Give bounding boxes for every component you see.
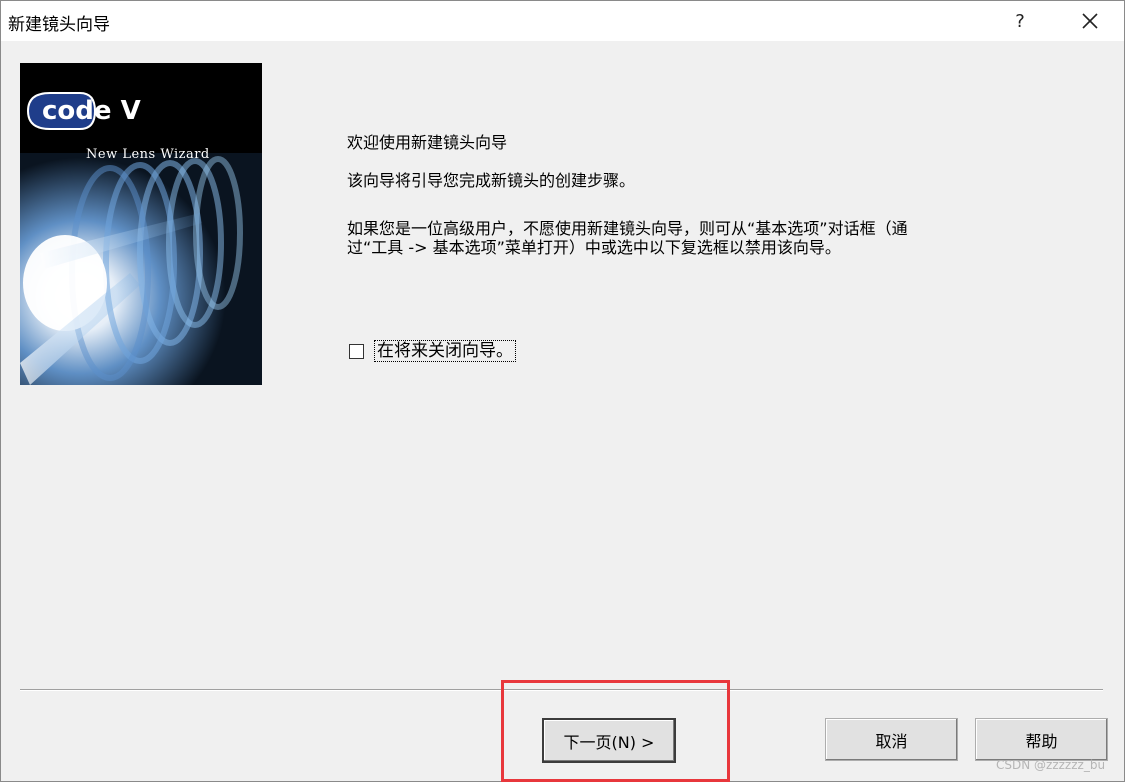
banner-logo-text: code V [42, 96, 141, 126]
intro-text: 该向导将引导您完成新镜头的创建步骤。 [347, 171, 636, 190]
advanced-text-line-2: 过“工具 -> 基本选项”菜单打开）中或选中以下复选框以禁用该向导。 [347, 238, 841, 257]
code-v-banner-image: code V New Lens Wizard [20, 63, 262, 385]
disable-wizard-option[interactable]: 在将来关闭向导。 [349, 340, 516, 362]
disable-wizard-label[interactable]: 在将来关闭向导。 [374, 340, 516, 362]
disable-wizard-checkbox[interactable] [349, 343, 364, 359]
csdn-watermark: CSDN @zzzzzz_bu [996, 758, 1106, 772]
wizard-dialog: 新建镜头向导 ? code V New Lens Wizard 欢迎使用新建镜头… [0, 0, 1125, 782]
welcome-heading: 欢迎使用新建镜头向导 [347, 133, 508, 152]
banner-subtitle: New Lens Wizard [86, 147, 210, 162]
close-icon [1082, 13, 1098, 29]
help-button[interactable]: 帮助 [975, 718, 1108, 761]
annotation-highlight-box [501, 680, 730, 782]
window-title: 新建镜头向导 [8, 15, 110, 35]
cancel-button[interactable]: 取消 [825, 718, 958, 761]
advanced-text-line-1: 如果您是一位高级用户，不愿使用新建镜头向导，则可从“基本选项”对话框（通 [347, 219, 908, 238]
close-button[interactable] [1067, 1, 1113, 41]
title-bar: 新建镜头向导 ? [1, 1, 1124, 41]
lens-illustration: code V New Lens Wizard [20, 63, 262, 385]
help-question-button[interactable]: ? [1001, 1, 1039, 41]
